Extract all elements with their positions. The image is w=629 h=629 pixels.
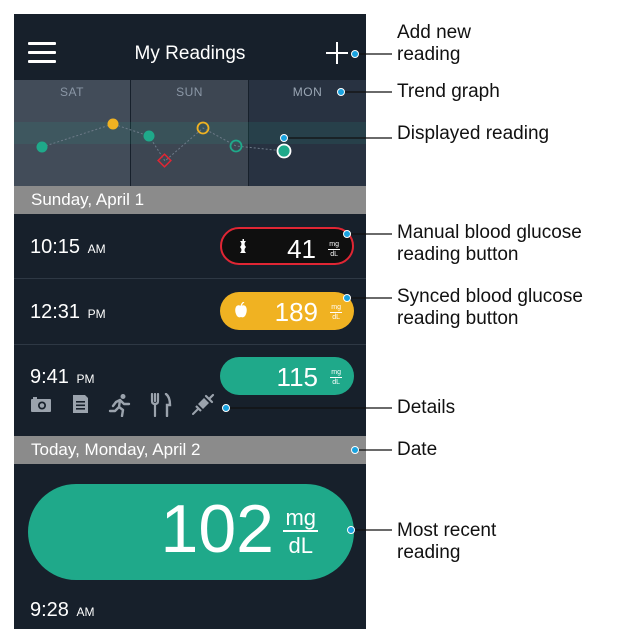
annotation-synced: Synced blood glucose reading button	[397, 286, 583, 329]
annotation-add-new: Add new reading	[397, 22, 471, 65]
annotation-details: Details	[397, 397, 456, 418]
annotation-trend: Trend graph	[397, 81, 500, 102]
annotation-date: Date	[397, 439, 438, 460]
annotation-manual: Manual blood glucose reading button	[397, 222, 582, 265]
annotation-most-recent: Most recent reading	[397, 520, 497, 563]
annotation-displayed: Displayed reading	[397, 123, 550, 144]
